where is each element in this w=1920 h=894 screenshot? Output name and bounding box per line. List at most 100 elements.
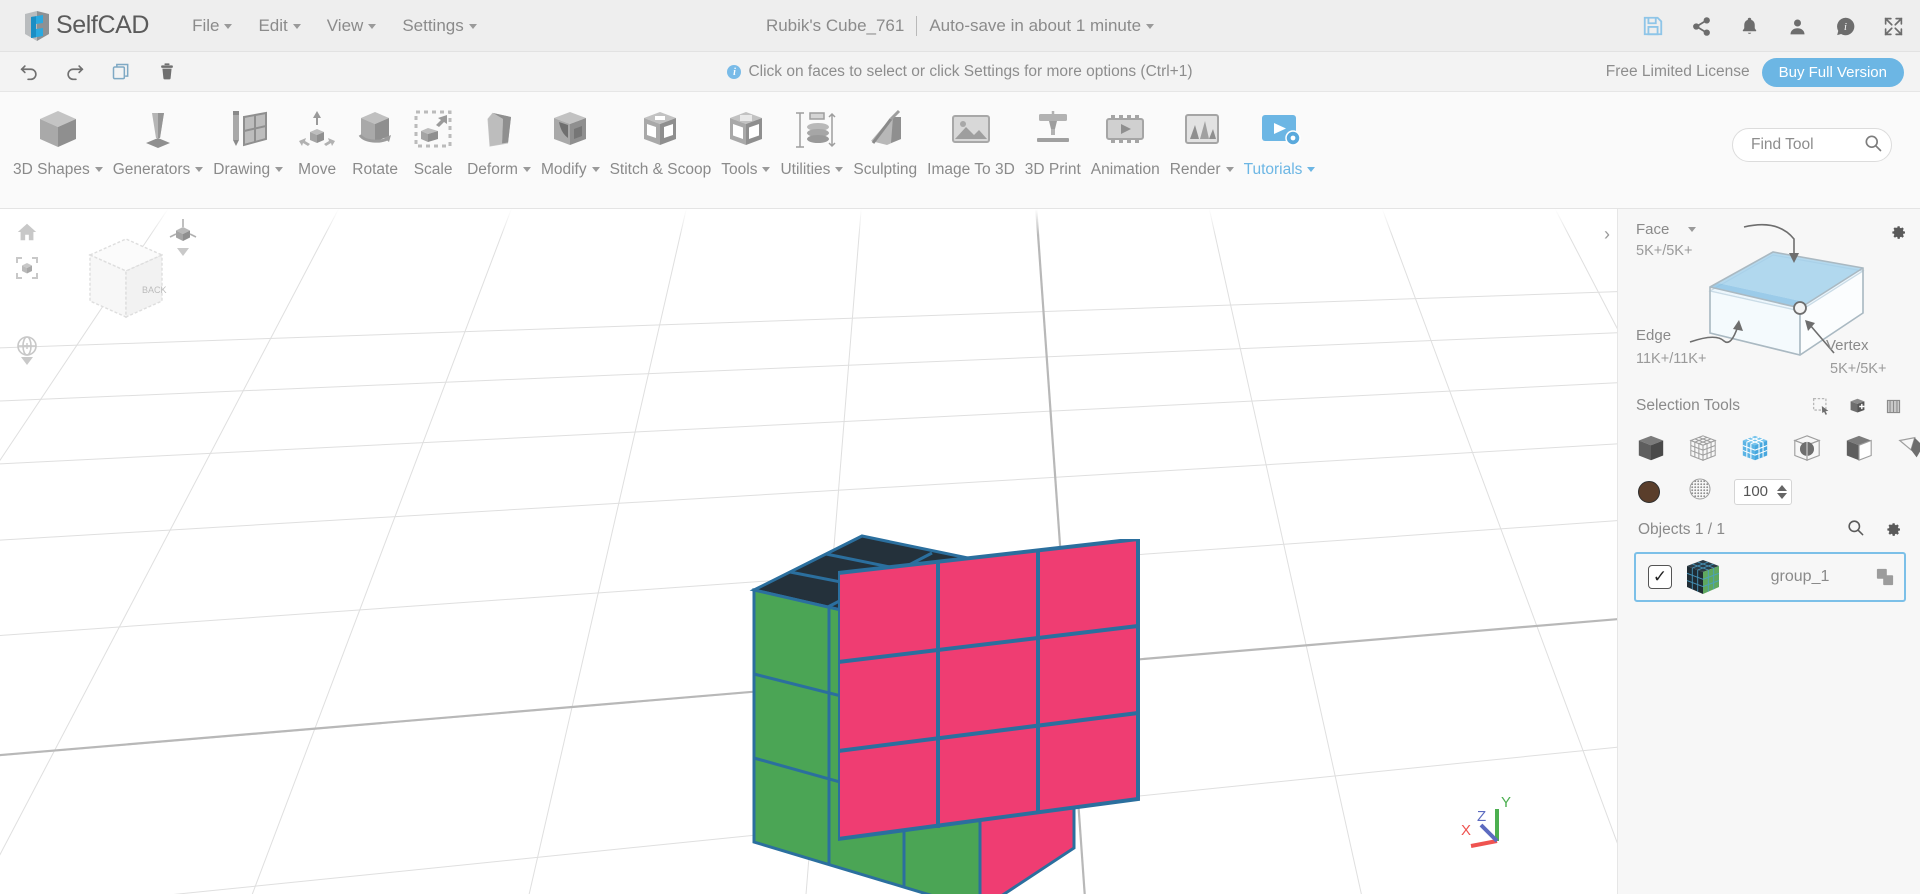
redo-button[interactable] (58, 57, 92, 87)
main-menu: File Edit View Settings (179, 10, 490, 42)
notifications-bell-icon[interactable] (1736, 13, 1762, 39)
share-icon[interactable] (1688, 13, 1714, 39)
chevron-down-icon[interactable] (1146, 23, 1155, 29)
axis-label-x: X (1461, 822, 1471, 839)
wireframe-select-icon[interactable] (1688, 433, 1718, 463)
opacity-stepper[interactable]: 100 (1734, 478, 1792, 505)
orbit-dropdown-icon[interactable] (21, 357, 42, 383)
objects-list: ✓ group_1 (1618, 542, 1920, 602)
search-icon[interactable] (1863, 133, 1883, 158)
chevron-right-icon[interactable]: › (1597, 221, 1617, 247)
toolbar-item-render[interactable]: Render (1165, 92, 1239, 179)
selection-mini-tools (1810, 395, 1904, 417)
render-icon (1178, 102, 1226, 156)
toolbar-item-deform[interactable]: Deform (462, 92, 536, 179)
face-select-icon[interactable] (1740, 433, 1770, 463)
menu-item-edit[interactable]: Edit (245, 10, 313, 42)
home-view-icon[interactable] (12, 217, 42, 247)
search-input[interactable] (1751, 136, 1863, 154)
selfcad-logo-icon (22, 10, 52, 42)
toolbar-item-scale[interactable]: Scale (404, 92, 462, 179)
view-cube-label: BACK (142, 285, 167, 295)
toolbar-item-generators[interactable]: Generators (108, 92, 209, 179)
sphere-select-icon[interactable] (1792, 433, 1822, 463)
delete-button[interactable] (150, 57, 184, 87)
duplicate-icon[interactable] (1876, 568, 1894, 586)
toolbar-item-image-to-3d[interactable]: Image To 3D (922, 92, 1020, 179)
half-select-icon[interactable] (1844, 433, 1874, 463)
fit-to-view-icon[interactable] (12, 253, 42, 283)
selection-mode-icons (1618, 423, 1920, 463)
fullscreen-icon[interactable] (1880, 13, 1906, 39)
toolbar-item-utilities[interactable]: Utilities (775, 92, 848, 179)
toolbar-item-3d-shapes[interactable]: 3D Shapes (8, 92, 108, 179)
menu-item-settings[interactable]: Settings (389, 10, 489, 42)
undo-button[interactable] (12, 57, 46, 87)
face-count: 5K+/5K+ (1636, 243, 1693, 259)
edge-label[interactable]: Edge (1636, 327, 1671, 344)
animation-icon (1101, 102, 1149, 156)
chevron-down-icon (835, 167, 844, 172)
rubiks-cube-front-face[interactable] (838, 539, 1198, 869)
list-item[interactable]: ✓ group_1 (1634, 552, 1906, 602)
toolbar-item-stitch-scoop[interactable]: Stitch & Scoop (605, 92, 717, 179)
add-selection-icon[interactable] (1846, 395, 1868, 417)
save-icon[interactable] (1640, 13, 1666, 39)
title-divider (916, 16, 918, 36)
autosave-status[interactable]: Auto-save in about 1 minute (929, 16, 1141, 36)
toolbar-item-drawing[interactable]: Drawing (208, 92, 288, 179)
perspective-dropdown-icon[interactable] (177, 248, 198, 274)
object-visibility-checkbox[interactable]: ✓ (1648, 565, 1672, 589)
chevron-down-icon (1225, 167, 1234, 172)
stitch-scoop-icon (636, 102, 684, 156)
plane-select-icon[interactable] (1896, 433, 1920, 463)
toolbar-item-tools[interactable]: Tools (716, 92, 775, 179)
face-label[interactable]: Face (1636, 221, 1696, 238)
menu-item-file[interactable]: File (179, 10, 245, 42)
3d-viewport[interactable]: BACK › Y X Z (0, 209, 1617, 894)
objects-count-label: Objects 1 / 1 (1638, 521, 1726, 538)
toolbar-item-sculpting[interactable]: Sculpting (848, 92, 922, 179)
buy-full-version-button[interactable]: Buy Full Version (1761, 57, 1904, 87)
perspective-view-widget[interactable] (168, 217, 198, 274)
utilities-icon (788, 102, 836, 156)
through-selection-icon[interactable] (1882, 395, 1904, 417)
info-circle-icon: i (727, 65, 742, 79)
color-swatch[interactable] (1638, 480, 1660, 503)
notice-text: Click on faces to select or click Settin… (748, 63, 1193, 80)
chevron-down-icon (292, 23, 301, 29)
brand[interactable]: SelfCAD (22, 10, 149, 42)
mesh-info-diagram: Face 5K+/5K+ Edge 11K+/11K+ Vertex 5K+/5… (1618, 209, 1920, 389)
stepper-down-icon[interactable] (1777, 492, 1787, 499)
search-icon[interactable] (1846, 518, 1865, 542)
toolbar-item-animation[interactable]: Animation (1086, 92, 1165, 179)
quick-action-bar: i Click on faces to select or click Sett… (0, 52, 1920, 92)
menu-item-view[interactable]: View (314, 10, 390, 42)
toolbar-item-3d-print[interactable]: 3D Print (1020, 92, 1086, 179)
toolbar-item-move[interactable]: Move (288, 92, 346, 179)
chevron-down-icon (591, 167, 600, 172)
view-cube[interactable]: BACK (70, 227, 180, 342)
axis-label-z: Z (1477, 808, 1486, 825)
cube-icon (34, 102, 82, 156)
texture-sphere-icon[interactable] (1688, 477, 1712, 506)
selfcad-application: SelfCAD File Edit View Settings Rubik's … (0, 0, 1920, 894)
object-select-icon[interactable] (1636, 433, 1666, 463)
stepper-up-icon[interactable] (1777, 484, 1787, 491)
toolbar-item-modify[interactable]: Modify (536, 92, 605, 179)
axis-gizmo: Y X Z (1455, 791, 1525, 866)
right-side-panel: Face 5K+/5K+ Edge 11K+/11K+ Vertex 5K+/5… (1617, 209, 1920, 894)
find-tool-search[interactable] (1732, 128, 1892, 162)
info-icon[interactable]: i (1832, 13, 1858, 39)
rectangle-select-icon[interactable] (1810, 395, 1832, 417)
user-account-icon[interactable] (1784, 13, 1810, 39)
chevron-down-icon[interactable] (1687, 227, 1696, 232)
toolbar-item-tutorials[interactable]: Tutorials (1239, 92, 1321, 179)
vertex-label[interactable]: Vertex (1826, 337, 1869, 354)
selection-tools-label: Selection Tools (1636, 397, 1740, 414)
copy-button[interactable] (104, 57, 138, 87)
gear-icon[interactable] (1883, 518, 1902, 542)
document-title: Rubik's Cube_761 (765, 16, 905, 35)
viewport-nav-widgets (12, 217, 42, 383)
toolbar-item-rotate[interactable]: Rotate (346, 92, 404, 179)
